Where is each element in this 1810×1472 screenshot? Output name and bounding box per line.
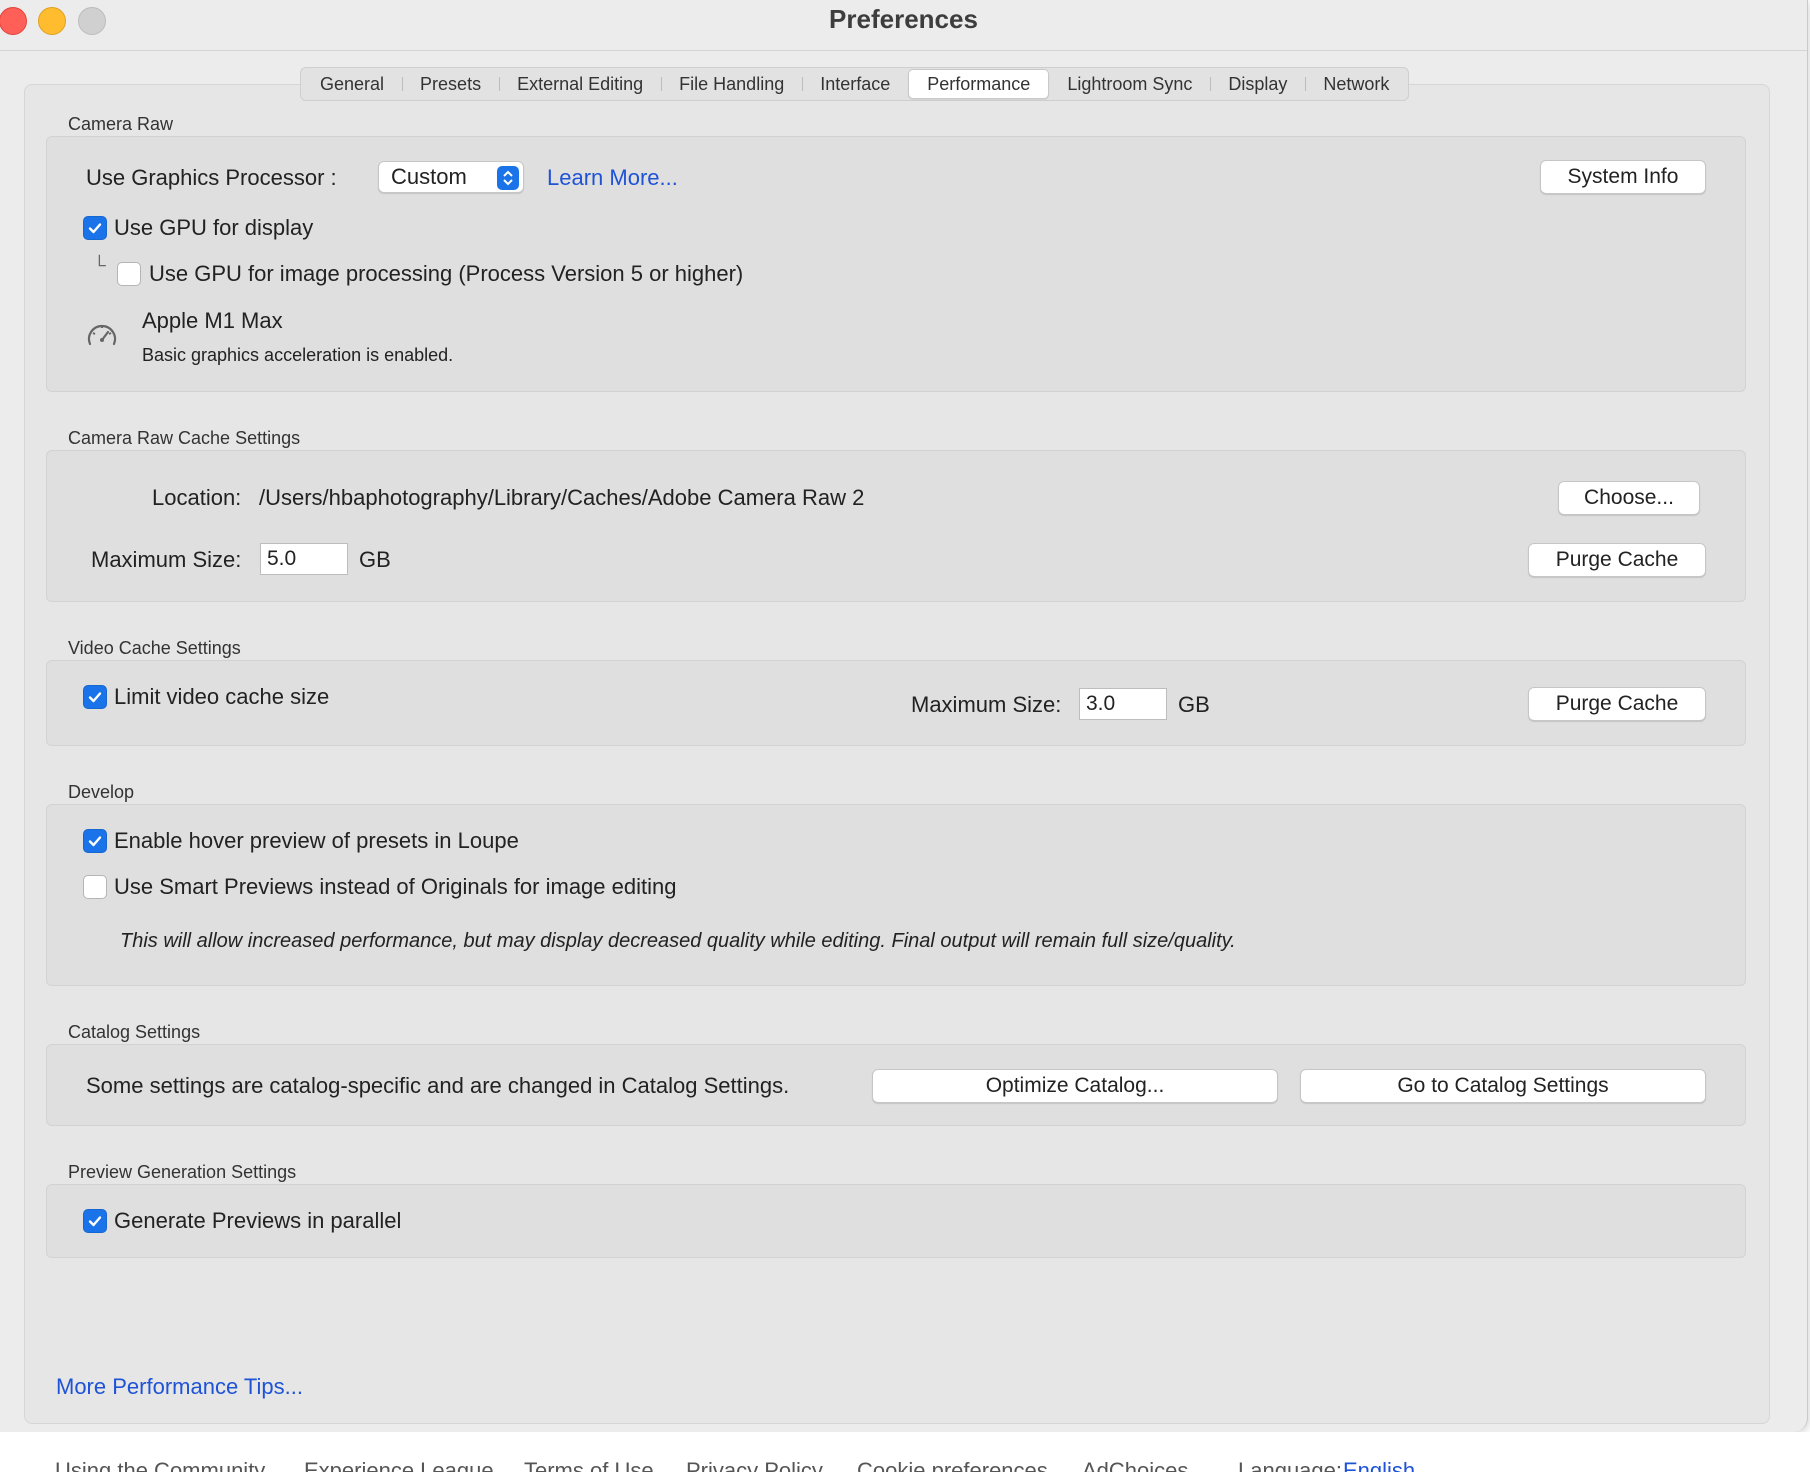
limit-video-cache-label: Limit video cache size — [114, 684, 330, 709]
footer-language-label: Language: — [1238, 1458, 1342, 1472]
learn-more-link[interactable]: Learn More... — [547, 165, 678, 191]
video-cache-section-label: Video Cache Settings — [68, 638, 241, 658]
tab-interface[interactable]: Interface — [802, 69, 908, 99]
footer-link-cookies[interactable]: Cookie preferences — [857, 1458, 1048, 1472]
video-cache-group: Limit video cache size Maximum Size: 3.0… — [46, 660, 1746, 746]
preview-generation-group: Generate Previews in parallel — [46, 1184, 1746, 1258]
parallel-previews-checkbox[interactable] — [83, 1209, 107, 1233]
checkmark-icon — [88, 223, 102, 234]
tab-performance[interactable]: Performance — [908, 69, 1050, 99]
cache-max-size-input[interactable]: 5.0 — [260, 543, 348, 575]
tab-network[interactable]: Network — [1305, 69, 1407, 99]
footer-link-privacy[interactable]: Privacy Policy — [686, 1458, 823, 1472]
catalog-section-label: Catalog Settings — [68, 1022, 201, 1042]
camera-raw-section-label: Camera Raw — [68, 114, 174, 134]
hover-preview-checkbox[interactable] — [83, 829, 107, 853]
video-max-size-label: Maximum Size: — [911, 692, 1062, 717]
catalog-group: Some settings are catalog-specific and a… — [46, 1044, 1746, 1126]
checkmark-icon — [88, 836, 102, 847]
tab-general[interactable]: General — [302, 69, 402, 99]
tab-presets[interactable]: Presets — [402, 69, 499, 99]
develop-group: Enable hover preview of presets in Loupe… — [46, 804, 1746, 986]
use-gpu-display-checkbox[interactable] — [83, 216, 107, 240]
footer-link-experience-league[interactable]: Experience League — [304, 1458, 494, 1472]
use-gpu-display-label: Use GPU for display — [114, 215, 314, 240]
video-max-size-input[interactable]: 3.0 — [1079, 688, 1167, 720]
tab-file-handling[interactable]: File Handling — [661, 69, 802, 99]
cache-location-label: Location: — [152, 485, 242, 510]
window-title: Preferences — [829, 4, 978, 34]
catalog-info-text: Some settings are catalog-specific and a… — [86, 1073, 790, 1098]
speedometer-icon — [85, 319, 119, 353]
preferences-window: Preferences General Presets External Edi… — [0, 0, 1808, 1432]
footer-link-adchoices[interactable]: AdChoices — [1082, 1458, 1188, 1472]
purge-video-cache-button[interactable]: Purge Cache — [1528, 687, 1706, 721]
parallel-previews-label: Generate Previews in parallel — [114, 1208, 402, 1233]
checkmark-icon — [88, 692, 102, 703]
cache-max-size-label: Maximum Size: — [91, 547, 242, 572]
preferences-tab-bar: General Presets External Editing File Ha… — [300, 67, 1410, 101]
choose-location-button[interactable]: Choose... — [1558, 481, 1700, 515]
camera-raw-group: Use Graphics Processor : Custom Learn Mo… — [46, 136, 1746, 392]
purge-cache-button[interactable]: Purge Cache — [1528, 543, 1706, 577]
checkmark-icon — [88, 1216, 102, 1227]
smart-previews-checkbox[interactable] — [83, 875, 107, 899]
graphics-processor-select[interactable]: Custom — [378, 161, 524, 193]
gpu-status: Basic graphics acceleration is enabled. — [142, 345, 454, 365]
develop-section-label: Develop — [68, 782, 135, 802]
video-size-unit: GB — [1178, 692, 1210, 717]
footer-link-community[interactable]: Using the Community — [55, 1458, 265, 1472]
cache-section-label: Camera Raw Cache Settings — [68, 428, 301, 448]
cache-location-value: /Users/hbaphotography/Library/Caches/Ado… — [259, 485, 865, 510]
select-arrows-icon — [497, 166, 519, 190]
smart-previews-label: Use Smart Previews instead of Originals … — [114, 874, 677, 899]
tab-external-editing[interactable]: External Editing — [499, 69, 661, 99]
smart-previews-note: This will allow increased performance, b… — [120, 930, 1236, 952]
footer-link-terms[interactable]: Terms of Use — [524, 1458, 654, 1472]
graphics-processor-value: Custom — [391, 164, 467, 189]
tab-display[interactable]: Display — [1210, 69, 1305, 99]
preview-generation-section-label: Preview Generation Settings — [68, 1162, 297, 1182]
title-bar: Preferences — [0, 0, 1807, 51]
gpu-name: Apple M1 Max — [142, 308, 283, 333]
footer-language-value[interactable]: English — [1343, 1458, 1415, 1472]
optimize-catalog-button[interactable]: Optimize Catalog... — [872, 1069, 1278, 1103]
page-footer: Using the Community Experience League Te… — [0, 1432, 1810, 1472]
hover-preview-label: Enable hover preview of presets in Loupe — [114, 828, 519, 853]
use-gpu-processing-checkbox[interactable] — [117, 262, 141, 286]
tab-lightroom-sync[interactable]: Lightroom Sync — [1049, 69, 1210, 99]
go-to-catalog-settings-button[interactable]: Go to Catalog Settings — [1300, 1069, 1706, 1103]
use-gpu-processing-label: Use GPU for image processing (Process Ve… — [149, 261, 744, 286]
cache-size-unit: GB — [359, 547, 391, 572]
system-info-button[interactable]: System Info — [1540, 160, 1706, 194]
sub-option-connector-icon: └ — [93, 255, 106, 275]
cache-group: Location: /Users/hbaphotography/Library/… — [46, 450, 1746, 602]
more-performance-tips-link[interactable]: More Performance Tips... — [56, 1374, 303, 1400]
gpu-label: Use Graphics Processor : — [86, 165, 337, 190]
limit-video-cache-checkbox[interactable] — [83, 685, 107, 709]
